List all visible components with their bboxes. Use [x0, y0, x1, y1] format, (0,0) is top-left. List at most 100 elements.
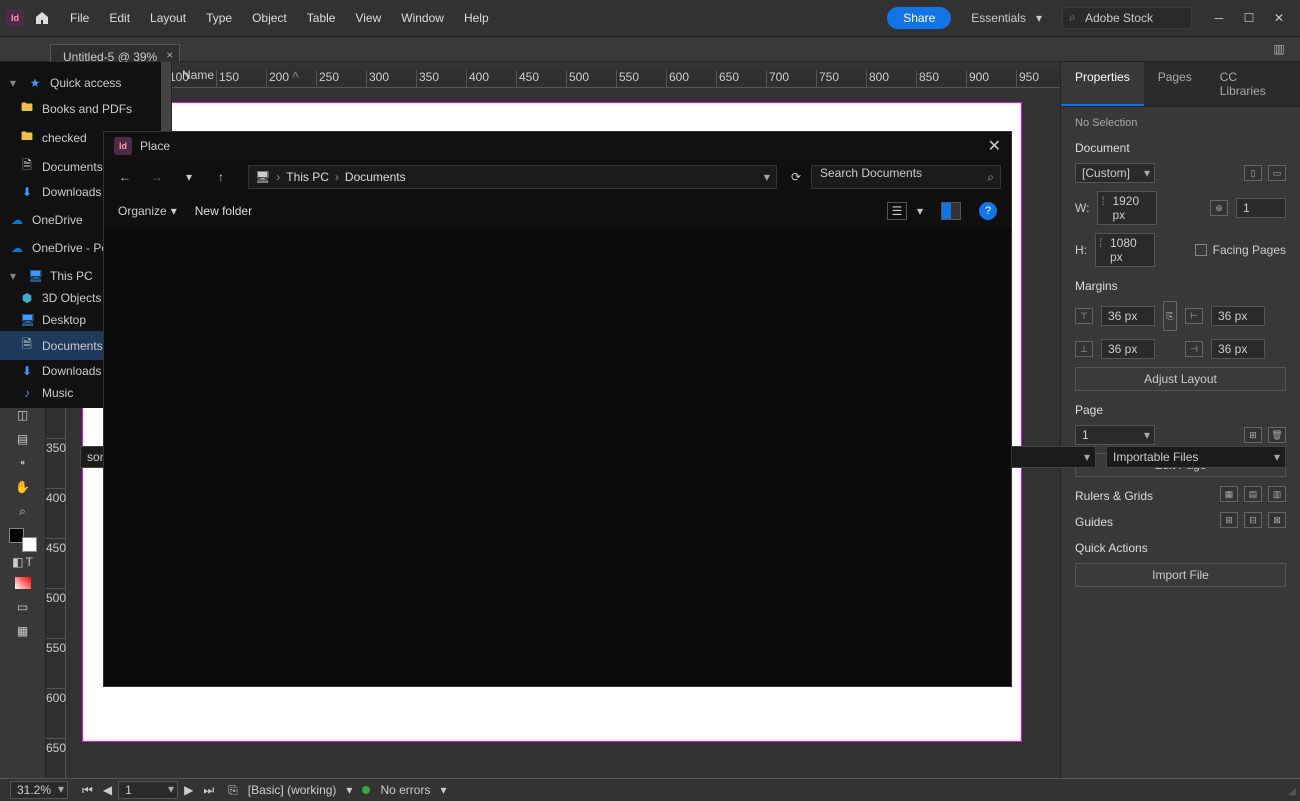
margin-left-field[interactable]: 36 px [1211, 306, 1265, 326]
organize-button[interactable]: Organize▾ [118, 204, 177, 218]
panel-toggle-icon[interactable]: ▥ [1268, 40, 1290, 58]
link-dimensions-icon[interactable]: ⊕ [1210, 200, 1228, 216]
refresh-button[interactable]: ⟳ [791, 170, 801, 184]
view-caret[interactable]: ▾ [917, 204, 923, 218]
guides-icon-2[interactable]: ⊟ [1244, 512, 1262, 528]
search-icon: ⌕ [987, 170, 994, 185]
breadcrumb[interactable]: 🖥 › This PC › Documents ▾ [248, 165, 777, 189]
height-field[interactable]: 1080 px [1110, 236, 1137, 264]
orientation-landscape-icon[interactable]: ▭ [1268, 165, 1286, 181]
page-field[interactable]: 1 [118, 781, 178, 799]
grid-icon[interactable]: ▤ [1244, 486, 1262, 502]
maximize-button[interactable]: ☐ [1234, 7, 1264, 29]
ruler-icon[interactable]: ▦ [1220, 486, 1238, 502]
next-page-icon[interactable]: ▶ [180, 783, 197, 797]
caret-icon: ▾ [10, 76, 16, 90]
view-mode-button[interactable]: ☰ [887, 202, 907, 220]
eyedropper-tool[interactable]: ⁌ [8, 452, 38, 474]
menu-window[interactable]: Window [391, 5, 454, 31]
adobe-stock-search[interactable]: ⌕Adobe Stock [1062, 7, 1192, 29]
breadcrumb-thispc[interactable]: This PC [286, 170, 329, 184]
status-caret-icon[interactable]: ▾ [346, 783, 352, 797]
tab-close-icon[interactable]: × [166, 48, 173, 62]
delete-page-icon[interactable]: 🗑 [1268, 427, 1286, 443]
apply-gradient[interactable] [8, 572, 38, 594]
link-margins-icon[interactable]: ⎘ [1163, 301, 1177, 331]
menu-table[interactable]: Table [297, 5, 346, 31]
tab-pages[interactable]: Pages [1144, 62, 1206, 106]
tab-properties[interactable]: Properties [1061, 62, 1144, 106]
search-documents-input[interactable]: Search Documents ⌕ [811, 165, 1001, 189]
nav-recent-caret[interactable]: ▾ [178, 166, 200, 188]
width-field[interactable]: 1920 px [1112, 194, 1139, 222]
menu-view[interactable]: View [345, 5, 391, 31]
margin-bottom-field[interactable]: 36 px [1101, 339, 1155, 359]
margin-right-field[interactable]: 36 px [1211, 339, 1265, 359]
new-folder-button[interactable]: New folder [195, 204, 252, 218]
orientation-portrait-icon[interactable]: ▯ [1244, 165, 1262, 181]
folder-icon: 🖿 [20, 127, 34, 148]
stepper-icon[interactable]: ⁞ [1101, 194, 1104, 208]
new-page-icon[interactable]: ⊞ [1244, 427, 1262, 443]
view-options[interactable]: ▦ [8, 620, 38, 642]
folder-icon: 🖿 [20, 98, 34, 119]
stepper-icon[interactable]: ⁞ [1099, 236, 1102, 250]
music-icon: ♪ [20, 386, 34, 400]
nav-up-button[interactable]: ↑ [210, 166, 232, 188]
section-document: Document [1075, 141, 1286, 155]
close-button[interactable]: ✕ [1264, 7, 1294, 29]
baseline-grid-icon[interactable]: ▥ [1268, 486, 1286, 502]
errors-caret-icon[interactable]: ▾ [440, 783, 446, 797]
zoom-field[interactable]: 31.2% [10, 781, 68, 799]
margin-right-icon: ⊣ [1185, 341, 1203, 357]
page-select[interactable]: 1 [1075, 425, 1155, 445]
adjust-layout-button[interactable]: Adjust Layout [1075, 367, 1286, 391]
margin-bottom-icon: ⊥ [1075, 341, 1093, 357]
note-tool[interactable]: ▤ [8, 428, 38, 450]
share-button[interactable]: Share [887, 7, 951, 29]
preset-select[interactable]: [Custom] [1075, 163, 1155, 183]
nav-fwd-button[interactable]: → [146, 166, 168, 188]
margin-top-field[interactable]: 36 px [1101, 306, 1155, 326]
home-icon[interactable] [28, 4, 56, 32]
screen-mode[interactable]: ▭ [8, 596, 38, 618]
col-name[interactable]: Name˄ [182, 68, 432, 82]
workspace-switcher[interactable]: Essentials▾ [963, 7, 1050, 29]
open-icon[interactable]: ⎘ [228, 783, 238, 798]
fill-stroke-swatch[interactable] [9, 528, 37, 552]
menu-layout[interactable]: Layout [140, 5, 196, 31]
help-button[interactable]: ? [979, 202, 997, 220]
orientation-value[interactable]: 1 [1236, 198, 1286, 218]
tree-quick-access[interactable]: ▾★Quick access [0, 72, 171, 94]
guides-icon-3[interactable]: ⊠ [1268, 512, 1286, 528]
zoom-tool[interactable]: ⌕ [8, 500, 38, 522]
preview-pane-button[interactable] [941, 202, 961, 220]
tab-cc-libraries[interactable]: CC Libraries [1206, 62, 1300, 106]
dialog-close-button[interactable]: ✕ [988, 136, 1001, 156]
menu-type[interactable]: Type [196, 5, 242, 31]
errors-label: No errors [380, 783, 430, 797]
last-page-icon[interactable]: ⏭ [199, 783, 218, 798]
hand-tool[interactable]: ✋ [8, 476, 38, 498]
menu-help[interactable]: Help [454, 5, 499, 31]
search-placeholder: Search Documents [820, 166, 922, 180]
menu-edit[interactable]: Edit [99, 5, 140, 31]
first-page-icon[interactable]: ⏮ [78, 783, 97, 798]
width-label: W: [1075, 201, 1089, 215]
file-filter-select[interactable]: Importable Files [1106, 446, 1286, 468]
breadcrumb-dropdown[interactable]: ▾ [764, 170, 770, 184]
facing-pages-checkbox[interactable] [1195, 244, 1207, 256]
control-bar: ▥ [0, 36, 1300, 62]
breadcrumb-documents[interactable]: Documents [345, 170, 406, 184]
resize-grip[interactable]: ◢ [1288, 786, 1296, 797]
formatting-container[interactable]: ◧T [8, 554, 38, 570]
nav-back-button[interactable]: ← [114, 166, 136, 188]
tree-item[interactable]: 🖿Books and PDFs [0, 94, 171, 123]
search-icon: ⌕ [1069, 10, 1076, 25]
prev-page-icon[interactable]: ◀ [99, 783, 116, 797]
import-file-button[interactable]: Import File [1075, 563, 1286, 587]
guides-icon-1[interactable]: ⊞ [1220, 512, 1238, 528]
menu-file[interactable]: File [60, 5, 99, 31]
menu-object[interactable]: Object [242, 5, 297, 31]
minimize-button[interactable]: ─ [1204, 7, 1234, 29]
